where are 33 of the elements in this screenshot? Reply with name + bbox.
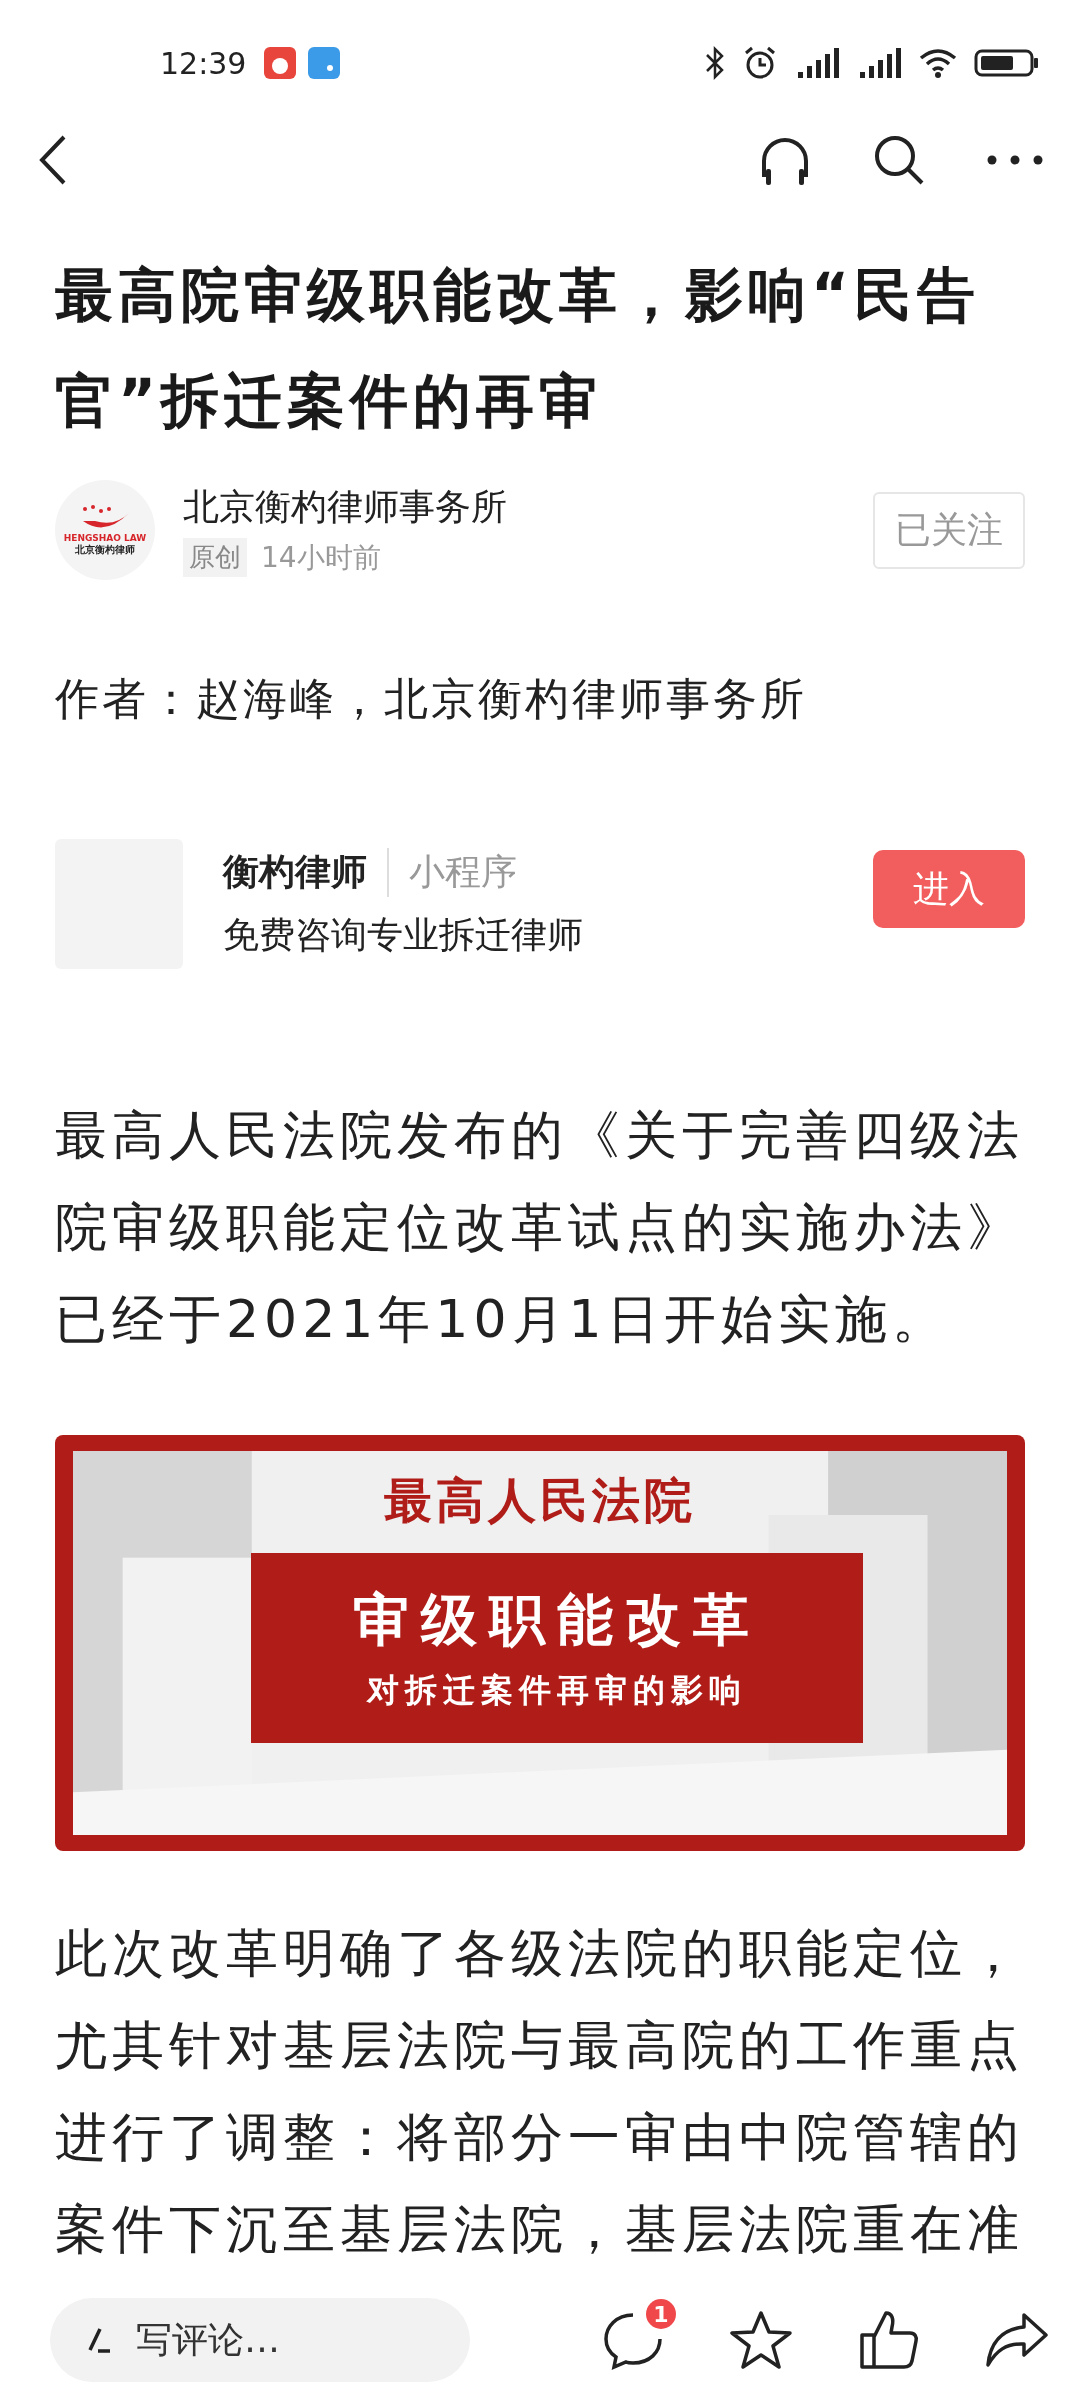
banner-heading: 最高人民法院 <box>384 1471 696 1530</box>
logo-text: HENGSHAO LAW <box>63 533 147 543</box>
paragraph: 最高人民法院发布的《关于完善四级法院审级职能定位改革试点的实施办法》已经于2021年10月1日开始实施。 <box>55 1104 1025 1351</box>
publish-time: 14小时前 <box>261 539 381 576</box>
comment-field[interactable]: 写评论… <box>50 2298 470 2382</box>
banner-subtitle: 对拆迁案件再审的影响 <box>367 1670 747 1711</box>
account-logo[interactable]: HENGSHAO LAW 北京衡杓律师 <box>55 480 155 580</box>
alarm-icon <box>742 45 778 81</box>
app-notification-icon <box>264 47 297 79</box>
bluetooth-icon <box>704 46 726 80</box>
status-time: 12:39 <box>160 45 247 81</box>
app-notification-icon <box>308 47 341 79</box>
comment-count-badge: 1 <box>646 2299 676 2329</box>
share-icon[interactable] <box>984 2311 1050 2369</box>
logo-subtext: 北京衡杓律师 <box>75 543 135 557</box>
wifi-icon <box>918 47 958 79</box>
thumbs-up-icon[interactable] <box>858 2309 920 2371</box>
original-tag: 原创 <box>183 538 247 577</box>
mini-program-description: 免费咨询专业拆迁律师 <box>223 913 584 957</box>
paragraph: 此次改革明确了各级法院的职能定位，尤其针对基层法院与最高院的工作重点进行了调整：将部分一审由中院管辖的案件下沉至基层法院，基层法院重在准 <box>55 1922 1025 2261</box>
back-icon[interactable] <box>38 134 68 186</box>
byline: 作者：赵海峰，北京衡杓律师事务所 <box>55 672 808 726</box>
comment-placeholder: 写评论… <box>136 2317 280 2362</box>
pen-icon <box>86 2326 112 2354</box>
search-icon[interactable] <box>872 133 926 187</box>
mini-program-label: 小程序 <box>408 850 517 894</box>
star-icon[interactable] <box>728 2309 794 2371</box>
battery-icon <box>974 48 1040 78</box>
article-title: 最高院审级职能改革，影响“民告官”拆迁案件的再审 <box>55 260 982 437</box>
account-name[interactable]: 北京衡杓律师事务所 <box>183 483 873 532</box>
banner-title: 审级职能改革 <box>353 1586 761 1654</box>
mini-program-name: 衡杓律师 <box>223 848 389 897</box>
more-icon[interactable] <box>986 154 1044 166</box>
